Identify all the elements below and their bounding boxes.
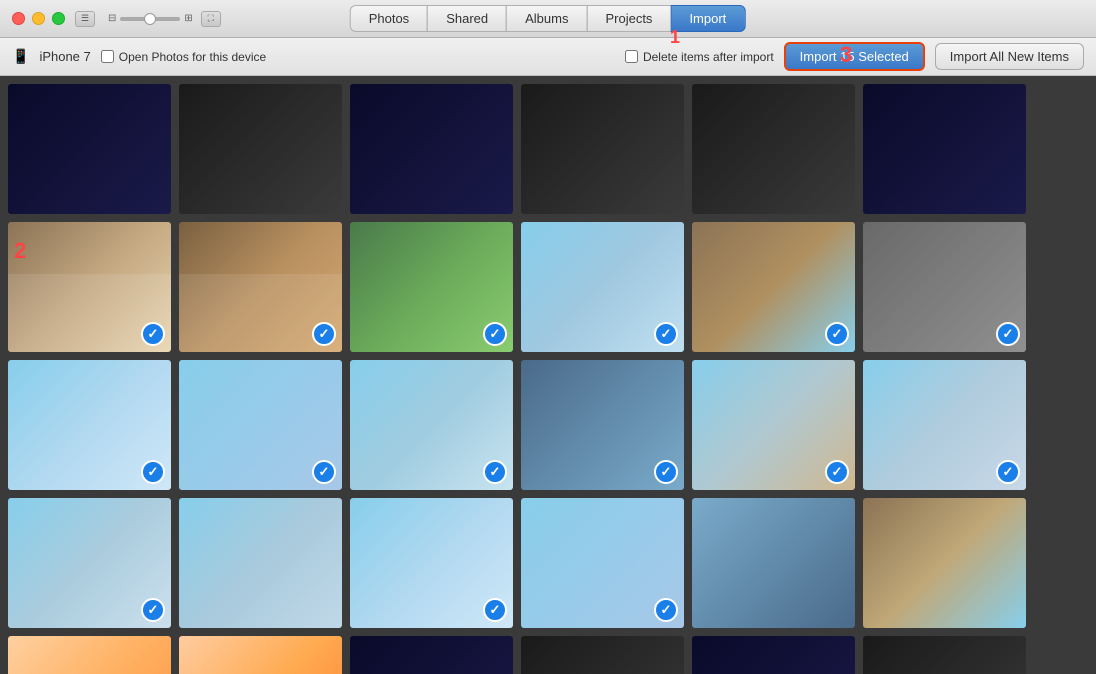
maximize-button[interactable] bbox=[52, 12, 65, 25]
nav-tabs: Photos Shared Albums Projects Import bbox=[351, 5, 746, 32]
tab-albums[interactable]: Albums bbox=[506, 5, 587, 32]
photo-row-2: ✓ ✓ ✓ ✓ ✓ ✓ bbox=[8, 360, 1088, 490]
photo-cell-0-4[interactable] bbox=[692, 84, 855, 214]
photo-row-4 bbox=[8, 636, 1088, 674]
zoom-slider[interactable]: ⊟ ⊞ bbox=[108, 13, 193, 24]
photo-cell-4-4[interactable] bbox=[692, 636, 855, 674]
check-badge: ✓ bbox=[312, 460, 336, 484]
photo-cell-3-4[interactable] bbox=[692, 498, 855, 628]
delete-items-input[interactable] bbox=[625, 50, 638, 63]
photo-cell-1-4[interactable]: ✓ bbox=[692, 222, 855, 352]
minimize-button[interactable] bbox=[32, 12, 45, 25]
photo-row-0 bbox=[8, 84, 1088, 214]
photo-cell-3-5[interactable] bbox=[863, 498, 1026, 628]
annotation-2: 2 bbox=[14, 238, 26, 264]
photo-cell-0-1[interactable] bbox=[179, 84, 342, 214]
photo-cell-0-2[interactable] bbox=[350, 84, 513, 214]
open-photos-input[interactable] bbox=[101, 50, 114, 63]
tab-photos[interactable]: Photos bbox=[350, 5, 428, 32]
tab-projects[interactable]: Projects bbox=[586, 5, 671, 32]
check-badge: ✓ bbox=[483, 322, 507, 346]
photo-cell-3-2[interactable]: ✓ bbox=[350, 498, 513, 628]
photo-cell-4-5[interactable] bbox=[863, 636, 1026, 674]
photo-cell-1-5[interactable]: ✓ bbox=[863, 222, 1026, 352]
close-button[interactable] bbox=[12, 12, 25, 25]
check-badge: ✓ bbox=[654, 460, 678, 484]
check-badge: ✓ bbox=[825, 322, 849, 346]
iphone-icon: 📱 bbox=[12, 48, 29, 65]
annotation-1: 1 bbox=[670, 27, 680, 48]
sidebar-toggle-button[interactable]: ☰ bbox=[75, 11, 95, 27]
import-selected-button[interactable]: Import 15 Selected bbox=[784, 42, 925, 71]
photo-cell-2-2[interactable]: ✓ bbox=[350, 360, 513, 490]
check-badge: ✓ bbox=[483, 460, 507, 484]
photo-cell-1-3[interactable]: ✓ bbox=[521, 222, 684, 352]
check-badge: ✓ bbox=[312, 322, 336, 346]
open-photos-checkbox[interactable]: Open Photos for this device bbox=[101, 50, 266, 64]
toolbar: 📱 iPhone 7 Open Photos for this device D… bbox=[0, 38, 1096, 76]
photo-cell-4-1[interactable] bbox=[179, 636, 342, 674]
tab-import[interactable]: Import bbox=[670, 5, 745, 32]
photo-cell-0-5[interactable] bbox=[863, 84, 1026, 214]
photo-cell-1-0[interactable]: ✓ bbox=[8, 222, 171, 352]
photo-row-3: ✓ ✓ ✓ bbox=[8, 498, 1088, 628]
check-badge: ✓ bbox=[141, 598, 165, 622]
traffic-lights bbox=[0, 12, 65, 25]
check-badge: ✓ bbox=[996, 322, 1020, 346]
photo-row-1: ✓ ✓ ✓ ✓ ✓ ✓ bbox=[8, 222, 1088, 352]
photo-cell-4-0[interactable] bbox=[8, 636, 171, 674]
annotation-3: 3 bbox=[840, 42, 852, 68]
photo-cell-1-1[interactable]: ✓ bbox=[179, 222, 342, 352]
open-photos-label: Open Photos for this device bbox=[119, 50, 266, 64]
check-badge: ✓ bbox=[141, 460, 165, 484]
photo-cell-1-2[interactable]: ✓ bbox=[350, 222, 513, 352]
import-all-button[interactable]: Import All New Items bbox=[935, 43, 1084, 70]
device-label: iPhone 7 bbox=[39, 49, 90, 64]
fullscreen-button[interactable]: ⛶ bbox=[201, 11, 221, 27]
check-badge: ✓ bbox=[483, 598, 507, 622]
delete-items-label: Delete items after import bbox=[643, 50, 774, 64]
photo-cell-0-3[interactable] bbox=[521, 84, 684, 214]
check-badge: ✓ bbox=[825, 460, 849, 484]
check-badge: ✓ bbox=[654, 322, 678, 346]
photo-cell-0-0[interactable] bbox=[8, 84, 171, 214]
photo-cell-2-1[interactable]: ✓ bbox=[179, 360, 342, 490]
check-badge: ✓ bbox=[996, 460, 1020, 484]
photo-cell-2-4[interactable]: ✓ bbox=[692, 360, 855, 490]
photo-cell-3-1[interactable] bbox=[179, 498, 342, 628]
check-badge: ✓ bbox=[654, 598, 678, 622]
check-badge: ✓ bbox=[141, 322, 165, 346]
photo-cell-2-5[interactable]: ✓ bbox=[863, 360, 1026, 490]
window-controls: ☰ ⊟ ⊞ ⛶ bbox=[75, 11, 221, 27]
photo-cell-2-3[interactable]: ✓ bbox=[521, 360, 684, 490]
tab-shared[interactable]: Shared bbox=[427, 5, 507, 32]
delete-items-checkbox[interactable]: Delete items after import bbox=[625, 50, 774, 64]
photo-cell-4-2[interactable] bbox=[350, 636, 513, 674]
photo-cell-4-3[interactable] bbox=[521, 636, 684, 674]
photo-grid: ✓ ✓ ✓ ✓ ✓ ✓ ✓ ✓ ✓ ✓ ✓ ✓ ✓ ✓ ✓ bbox=[0, 76, 1096, 674]
title-bar: ☰ ⊟ ⊞ ⛶ Photos Shared Albums Projects Im… bbox=[0, 0, 1096, 38]
photo-cell-3-0[interactable]: ✓ bbox=[8, 498, 171, 628]
photo-cell-2-0[interactable]: ✓ bbox=[8, 360, 171, 490]
photo-cell-3-3[interactable]: ✓ bbox=[521, 498, 684, 628]
